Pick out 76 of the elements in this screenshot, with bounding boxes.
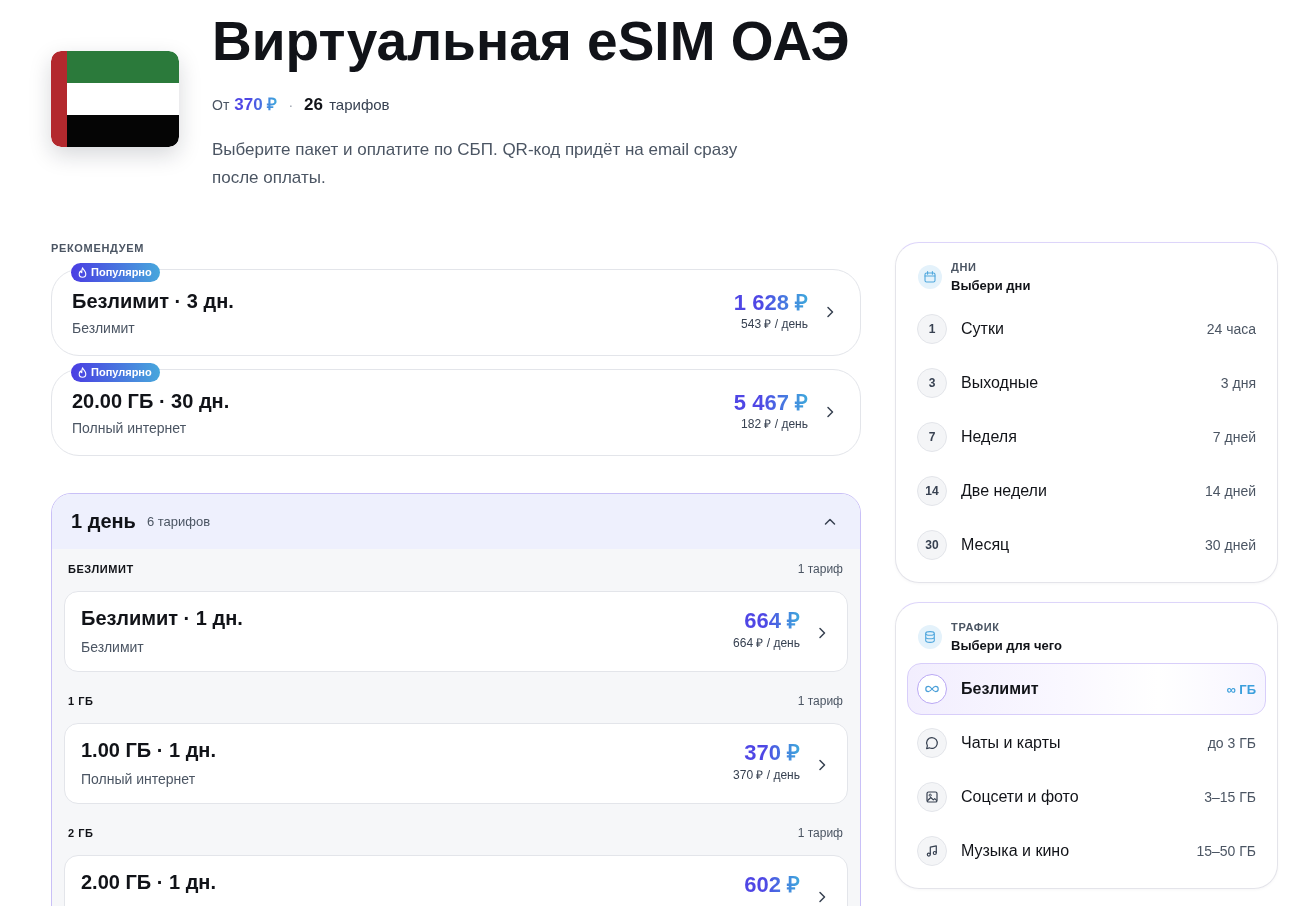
image-icon [917,782,947,812]
day-number-badge: 30 [917,530,947,560]
filter-option[interactable]: Музыка и кино 15–50 ГБ [907,825,1266,877]
page-description: Выберите пакет и оплатите по СБП. QR-код придёт на email сразу после оплаты. [212,139,739,189]
option-value: 30 дней [1205,537,1256,553]
group-heading: БЕЗЛИМИТ [68,562,134,577]
plan-count: 26 тарифов [304,94,390,116]
group-count: 1 тариф [797,561,843,577]
panel-label: ДНИ [951,260,977,274]
filter-option[interactable]: Безлимит ∞ ГБ [907,663,1266,715]
option-label: Безлимит [961,680,1039,698]
price-per-day: 543 ₽ / день [741,317,808,332]
group-count: 1 тариф [797,825,843,841]
plan-subtitle: Безлимит [72,319,135,337]
plan-title: 20.00 ГБ · 30 дн. [72,389,230,413]
filter-option[interactable]: Соцсети и фото 3–15 ГБ [907,771,1266,823]
price-per-day: 664 ₽ / день [733,636,800,651]
plan-title: Безлимит · 3 дн. [72,289,234,313]
option-label: Неделя [961,428,1017,446]
filter-option[interactable]: 7 Неделя 7 дней [907,411,1266,463]
group-count: 1 тариф [797,693,843,709]
panel-title: Выбери для чего [951,638,1062,654]
chat-bubble-icon [917,728,947,758]
option-value: 3 дня [1220,375,1256,391]
meta-separator: · [288,96,294,115]
plan-title: 2.00 ГБ · 1 дн. [81,870,216,894]
price-prefix: От [212,96,230,115]
option-label: Месяц [961,536,1010,554]
price-per-day: 370 ₽ / день [733,768,800,783]
option-label: Музыка и кино [961,842,1070,860]
day-number-badge: 14 [917,476,947,506]
price-per-day: 182 ₽ / день [741,417,808,432]
option-label: Сутки [961,320,1004,338]
plan-title: 1.00 ГБ · 1 дн. [81,738,216,762]
option-value: 3–15 ГБ [1204,789,1256,805]
day-number-badge: 1 [917,314,947,344]
group-heading: 2 ГБ [68,826,94,841]
filter-option[interactable]: 1 Сутки 24 часа [907,303,1266,355]
accordion-title: 1 день [71,510,136,533]
filter-option[interactable]: 3 Выходные 3 дня [907,357,1266,409]
option-label: Соцсети и фото [961,788,1079,806]
plan-subtitle: Полный интернет [81,770,196,788]
panel-label: ТРАФИК [951,620,1000,634]
music-note-icon [917,836,947,866]
option-label: Выходные [961,374,1039,392]
accordion-header[interactable]: 1 день 6 тарифов [52,494,860,549]
database-icon [918,625,942,649]
option-value: 14 дней [1205,483,1256,499]
day-number-badge: 3 [917,368,947,398]
option-value: до 3 ГБ [1207,735,1256,751]
option-value: 24 часа [1206,321,1256,337]
section-heading: РЕКОМЕНДУЕМ [51,241,145,255]
option-value: 15–50 ГБ [1196,843,1256,859]
flame-icon [78,367,87,378]
plan-card[interactable]: 1.00 ГБ · 1 дн. Полный интернет 370 ₽ 370 ₽ / день [64,723,848,804]
plan-title: Безлимит · 1 дн. [81,606,243,630]
option-value: ∞ ГБ [1226,681,1256,697]
plan-subtitle: Полный интернет [72,419,187,437]
filter-option[interactable]: Чаты и карты до 3 ГБ [907,717,1266,769]
option-label: Две недели [961,482,1047,500]
plan-card[interactable]: 2.00 ГБ · 1 дн. 602 ₽ [64,855,848,906]
panel-title: Выбери дни [951,278,1031,294]
calendar-icon [918,265,942,289]
option-label: Чаты и карты [961,734,1061,752]
page-title: Виртуальная eSIM ОАЭ [212,11,850,71]
day-number-badge: 7 [917,422,947,452]
option-value: 7 дней [1212,429,1256,445]
flame-icon [78,267,87,278]
plan-card[interactable]: Безлимит · 1 дн. Безлимит 664 ₽ 664 ₽ / день [64,591,848,672]
filter-option[interactable]: 30 Месяц 30 дней [907,519,1266,571]
flag-icon [51,51,179,147]
infinity-icon [917,674,947,704]
plan-subtitle: Безлимит [81,638,144,656]
group-heading: 1 ГБ [68,694,94,709]
tariff-count: 6 тарифов [146,514,211,529]
filter-option[interactable]: 14 Две недели 14 дней [907,465,1266,517]
